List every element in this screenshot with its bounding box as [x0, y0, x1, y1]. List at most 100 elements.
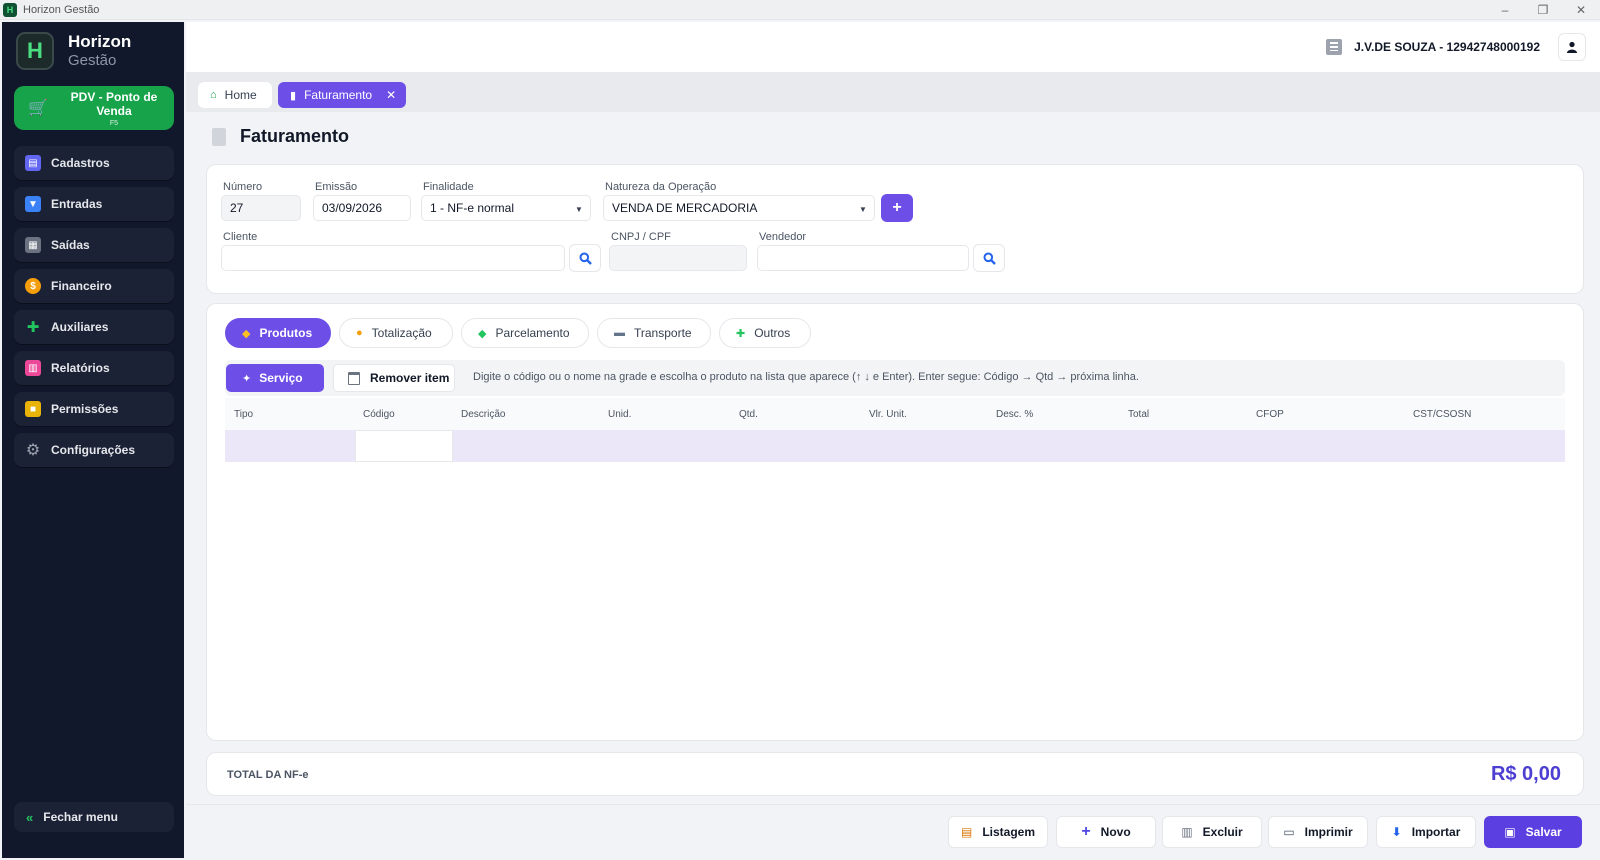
importar-button[interactable]: ⬇ Importar — [1376, 816, 1476, 848]
wand-icon: ✦ — [242, 372, 252, 385]
document-icon: ▮ — [290, 89, 297, 102]
window-title: Horizon Gestão — [23, 3, 100, 16]
sidebar-item-relatorios[interactable]: ▥ Relatórios — [14, 351, 174, 385]
natureza-select[interactable]: VENDA DE MERCADORIA ▼ — [603, 195, 875, 221]
truck-icon: ▬ — [614, 327, 625, 339]
add-natureza-button[interactable]: + — [881, 194, 913, 222]
puzzle-icon: ✚ — [736, 327, 746, 340]
brand: H Horizon Gestão — [16, 32, 131, 70]
search-vendedor-button[interactable] — [973, 244, 1005, 272]
tab-label: Totalização — [371, 326, 432, 340]
invoice-header-form: Número 27 Emissão 03/09/2026 Finalidade … — [206, 164, 1584, 294]
servico-label: Serviço — [259, 371, 303, 385]
sidebar-item-label: Saídas — [51, 238, 90, 252]
novo-button[interactable]: + Novo — [1056, 816, 1156, 848]
money-bag-icon: $ — [25, 278, 41, 294]
numero-field[interactable]: 27 — [221, 195, 301, 221]
sidebar-item-label: Auxiliares — [51, 320, 109, 334]
natureza-label: Natureza da Operação — [605, 181, 717, 193]
column-header: CFOP — [1256, 409, 1284, 420]
cnpj-label: CNPJ / CPF — [611, 231, 671, 243]
finalidade-label: Finalidade — [423, 181, 474, 193]
button-label: Novo — [1100, 825, 1131, 839]
tab-transporte[interactable]: ▬ Transporte — [597, 318, 711, 348]
cliente-field[interactable] — [221, 245, 565, 271]
tab-faturamento[interactable]: ▮ Faturamento ✕ — [278, 82, 406, 108]
plus-icon: + — [892, 199, 902, 216]
search-icon — [579, 252, 592, 265]
sidebar-item-configuracoes[interactable]: ⚙ Configurações — [14, 433, 174, 467]
printer-icon: ▭ — [1283, 825, 1295, 839]
chevron-down-icon: ▼ — [859, 204, 867, 214]
close-menu-button[interactable]: « Fechar menu — [14, 802, 174, 832]
sidebar-item-financeiro[interactable]: $ Financeiro — [14, 269, 174, 303]
vendedor-label: Vendedor — [759, 231, 807, 243]
sidebar-item-label: Permissões — [51, 402, 119, 416]
tab-strip: ⌂ Home ▮ Faturamento ✕ — [186, 72, 1600, 112]
user-button[interactable] — [1558, 33, 1586, 61]
plus-icon: + — [1081, 823, 1091, 840]
pdv-button[interactable]: 🛒 PDV - Ponto de Venda F5 — [14, 86, 174, 130]
minimize-icon[interactable]: – — [1486, 0, 1524, 20]
tab-produtos[interactable]: ◆ Produtos — [225, 318, 331, 348]
vendedor-field[interactable] — [757, 245, 969, 271]
finalidade-value: 1 - NF-e normal — [430, 201, 515, 215]
salvar-button[interactable]: ▣ Salvar — [1484, 816, 1582, 848]
sidebar-item-cadastros[interactable]: ▤ Cadastros — [14, 146, 174, 180]
emissao-field[interactable]: 03/09/2026 — [313, 195, 411, 221]
address-book-icon: ▤ — [25, 155, 41, 171]
column-header: Qtd. — [739, 409, 758, 420]
tab-label: Produtos — [259, 326, 313, 340]
chevron-left-icon: « — [26, 809, 34, 825]
sidebar-item-permissoes[interactable]: ■ Permissões — [14, 392, 174, 426]
maximize-icon[interactable]: ❐ — [1524, 0, 1562, 20]
tab-home[interactable]: ⌂ Home — [198, 82, 272, 108]
tab-outros[interactable]: ✚ Outros — [719, 318, 811, 348]
horizon-logo-icon: H — [16, 32, 54, 70]
app-icon: H — [3, 2, 17, 17]
close-tab-icon[interactable]: ✕ — [386, 88, 396, 102]
close-menu-label: Fechar menu — [43, 810, 118, 824]
total-value: R$ 0,00 — [1490, 763, 1561, 785]
sidebar-item-saidas[interactable]: ▦ Saídas — [14, 228, 174, 262]
tab-parcelamento[interactable]: ◆ Parcelamento — [461, 318, 589, 348]
sidebar-item-auxiliares[interactable]: ✚ Auxiliares — [14, 310, 174, 344]
trash-icon — [348, 371, 360, 385]
listagem-button[interactable]: ▤ Listagem — [948, 816, 1048, 848]
sidebar-item-label: Cadastros — [51, 156, 110, 170]
button-label: Imprimir — [1304, 825, 1353, 839]
tab-label: Faturamento — [304, 88, 373, 102]
search-cliente-button[interactable] — [569, 244, 601, 272]
remove-item-button[interactable]: Remover item — [333, 364, 455, 392]
search-icon — [983, 252, 996, 265]
natureza-value: VENDA DE MERCADORIA — [612, 201, 758, 215]
button-label: Excluir — [1202, 825, 1243, 839]
action-footer: ▤ Listagem + Novo ▥ Excluir ▭ Imprimir ⬇… — [186, 804, 1600, 860]
finalidade-select[interactable]: 1 - NF-e normal ▼ — [421, 195, 591, 221]
table-row[interactable] — [225, 430, 1565, 462]
sidebar-item-label: Relatórios — [51, 361, 110, 375]
box-icon: ◆ — [242, 327, 251, 340]
tab-label: Home — [224, 88, 257, 102]
total-bar: TOTAL DA NF-e R$ 0,00 — [206, 752, 1584, 796]
grid-hint: Digite o código ou o nome na grade e esc… — [473, 371, 1139, 383]
imprimir-button[interactable]: ▭ Imprimir — [1268, 816, 1368, 848]
tab-label: Outros — [754, 326, 791, 340]
close-window-icon[interactable]: ✕ — [1562, 0, 1600, 20]
tab-totalizacao[interactable]: ● Totalização — [339, 318, 453, 348]
gear-icon: ⚙ — [25, 442, 41, 459]
bar-chart-icon: ▥ — [25, 360, 41, 376]
diamond-icon: ◆ — [478, 327, 487, 340]
sidebar-item-entradas[interactable]: ▼ Entradas — [14, 187, 174, 221]
codigo-cell-editor[interactable] — [355, 430, 453, 462]
sidebar-item-label: Entradas — [51, 197, 103, 211]
top-header: J.V.DE SOUZA - 12942748000192 — [186, 22, 1600, 72]
cliente-label: Cliente — [223, 231, 258, 243]
cnpj-field[interactable] — [609, 245, 747, 271]
sidebar-item-label: Financeiro — [51, 279, 112, 293]
excluir-button[interactable]: ▥ Excluir — [1162, 816, 1262, 848]
building-icon — [1326, 39, 1343, 55]
document-icon — [212, 127, 226, 146]
emissao-label: Emissão — [315, 181, 358, 193]
servico-button[interactable]: ✦ Serviço — [226, 364, 324, 392]
